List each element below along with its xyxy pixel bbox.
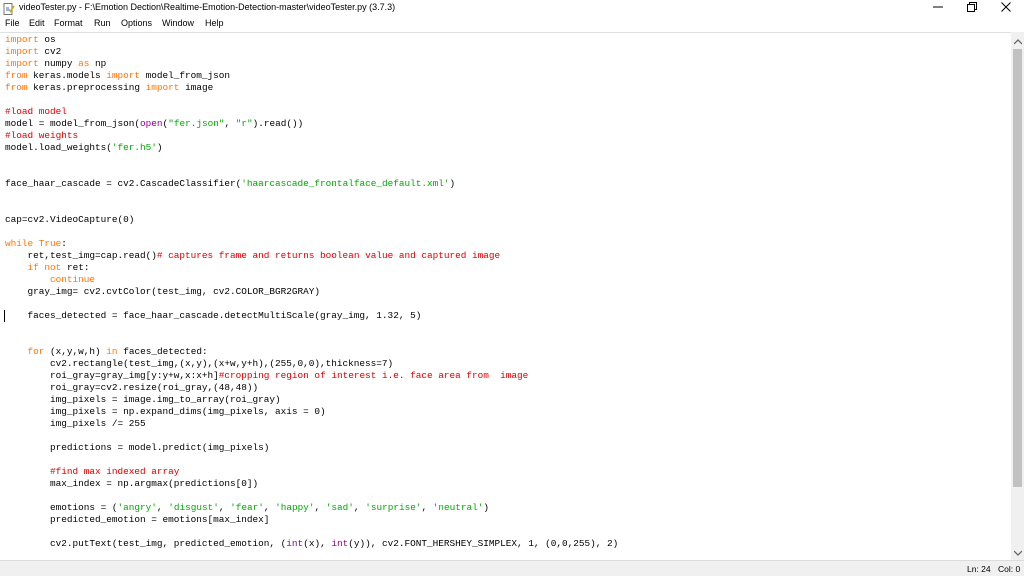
scrollbar-thumb[interactable]	[1013, 49, 1022, 487]
code-line-33: img_pixels /= 255	[5, 418, 146, 429]
code-line-18: while True:	[5, 238, 67, 249]
text-cursor	[4, 310, 5, 322]
code-line-13: face_haar_cascade = cv2.CascadeClassifie…	[5, 178, 456, 189]
status-bar: Ln: 24 Col: 0	[0, 560, 1024, 576]
code-line-28: cv2.rectangle(test_img,(x,y),(x+w,y+h),(…	[5, 358, 394, 369]
vertical-scrollbar[interactable]	[1011, 32, 1024, 560]
code-line-20: if not ret:	[27, 262, 90, 273]
close-icon	[1001, 0, 1011, 17]
code-line-8: model = model_from_json(open("fer.json",…	[5, 118, 304, 129]
minimize-button[interactable]	[921, 0, 955, 16]
code-line-2: import cv2	[5, 46, 62, 57]
code-line-4: from keras.models import model_from_json	[5, 70, 231, 81]
menu-run[interactable]: Run	[94, 18, 111, 28]
code-line-7: #load model	[5, 106, 67, 117]
code-line-37: #find max indexed array	[5, 466, 180, 477]
code-line-40: emotions = ('angry', 'disgust', 'fear', …	[5, 502, 489, 513]
code-line-19: ret,test_img=cap.read()# captures frame …	[5, 250, 501, 261]
menu-options[interactable]: Options	[121, 18, 152, 28]
code-line-10: model.load_weights('fer.h5')	[5, 142, 163, 153]
code-line-38: max_index = np.argmax(predictions[0])	[5, 478, 259, 489]
code-line-31: img_pixels = image.img_to_array(roi_gray…	[5, 394, 281, 405]
minimize-icon	[933, 0, 943, 17]
scroll-up-button[interactable]	[1011, 34, 1024, 47]
code-line-5: from keras.preprocessing import image	[5, 82, 214, 93]
close-button[interactable]	[989, 0, 1023, 16]
code-line-16: cap=cv2.VideoCapture(0)	[5, 214, 135, 225]
line-number: Ln: 24	[967, 564, 991, 574]
code-line-24: faces_detected = face_haar_cascade.detec…	[5, 310, 422, 321]
menu-file[interactable]: File	[5, 18, 20, 28]
title-bar: videoTester.py - F:\Emotion Dection\Real…	[0, 0, 1024, 16]
menu-edit[interactable]: Edit	[29, 18, 45, 28]
restore-button[interactable]	[955, 0, 989, 16]
code-line-30: roi_gray=cv2.resize(roi_gray,(48,48))	[5, 382, 259, 393]
menu-bar: File Edit Format Run Options Window Help	[0, 16, 1024, 32]
menu-help[interactable]: Help	[205, 18, 224, 28]
code-line-9: #load weights	[5, 130, 79, 141]
column-number: Col: 0	[998, 564, 1021, 574]
code-line-29: roi_gray=gray_img[y:y+w,x:x+h]#cropping …	[5, 370, 529, 381]
code-line-41: predicted_emotion = emotions[max_index]	[5, 514, 270, 525]
code-line-22: gray_img= cv2.cvtColor(test_img, cv2.COL…	[5, 286, 321, 297]
code-line-43: cv2.putText(test_img, predicted_emotion,…	[5, 538, 619, 549]
window-title: videoTester.py - F:\Emotion Dection\Real…	[19, 2, 396, 12]
chevron-down-icon	[1013, 543, 1022, 561]
chevron-up-icon	[1013, 32, 1022, 50]
restore-icon	[967, 0, 977, 17]
code-line-27: for (x,y,w,h) in faces_detected:	[27, 346, 208, 357]
python-file-icon	[3, 2, 15, 15]
menu-format[interactable]: Format	[54, 18, 83, 28]
scroll-down-button[interactable]	[1011, 545, 1024, 558]
code-line-1: import os	[5, 34, 56, 45]
code-line-21: continue	[50, 274, 96, 285]
menu-window[interactable]: Window	[162, 18, 194, 28]
code-line-32: img_pixels = np.expand_dims(img_pixels, …	[5, 406, 326, 417]
code-line-35: predictions = model.predict(img_pixels)	[5, 442, 270, 453]
code-line-3: import numpy as np	[5, 58, 107, 69]
